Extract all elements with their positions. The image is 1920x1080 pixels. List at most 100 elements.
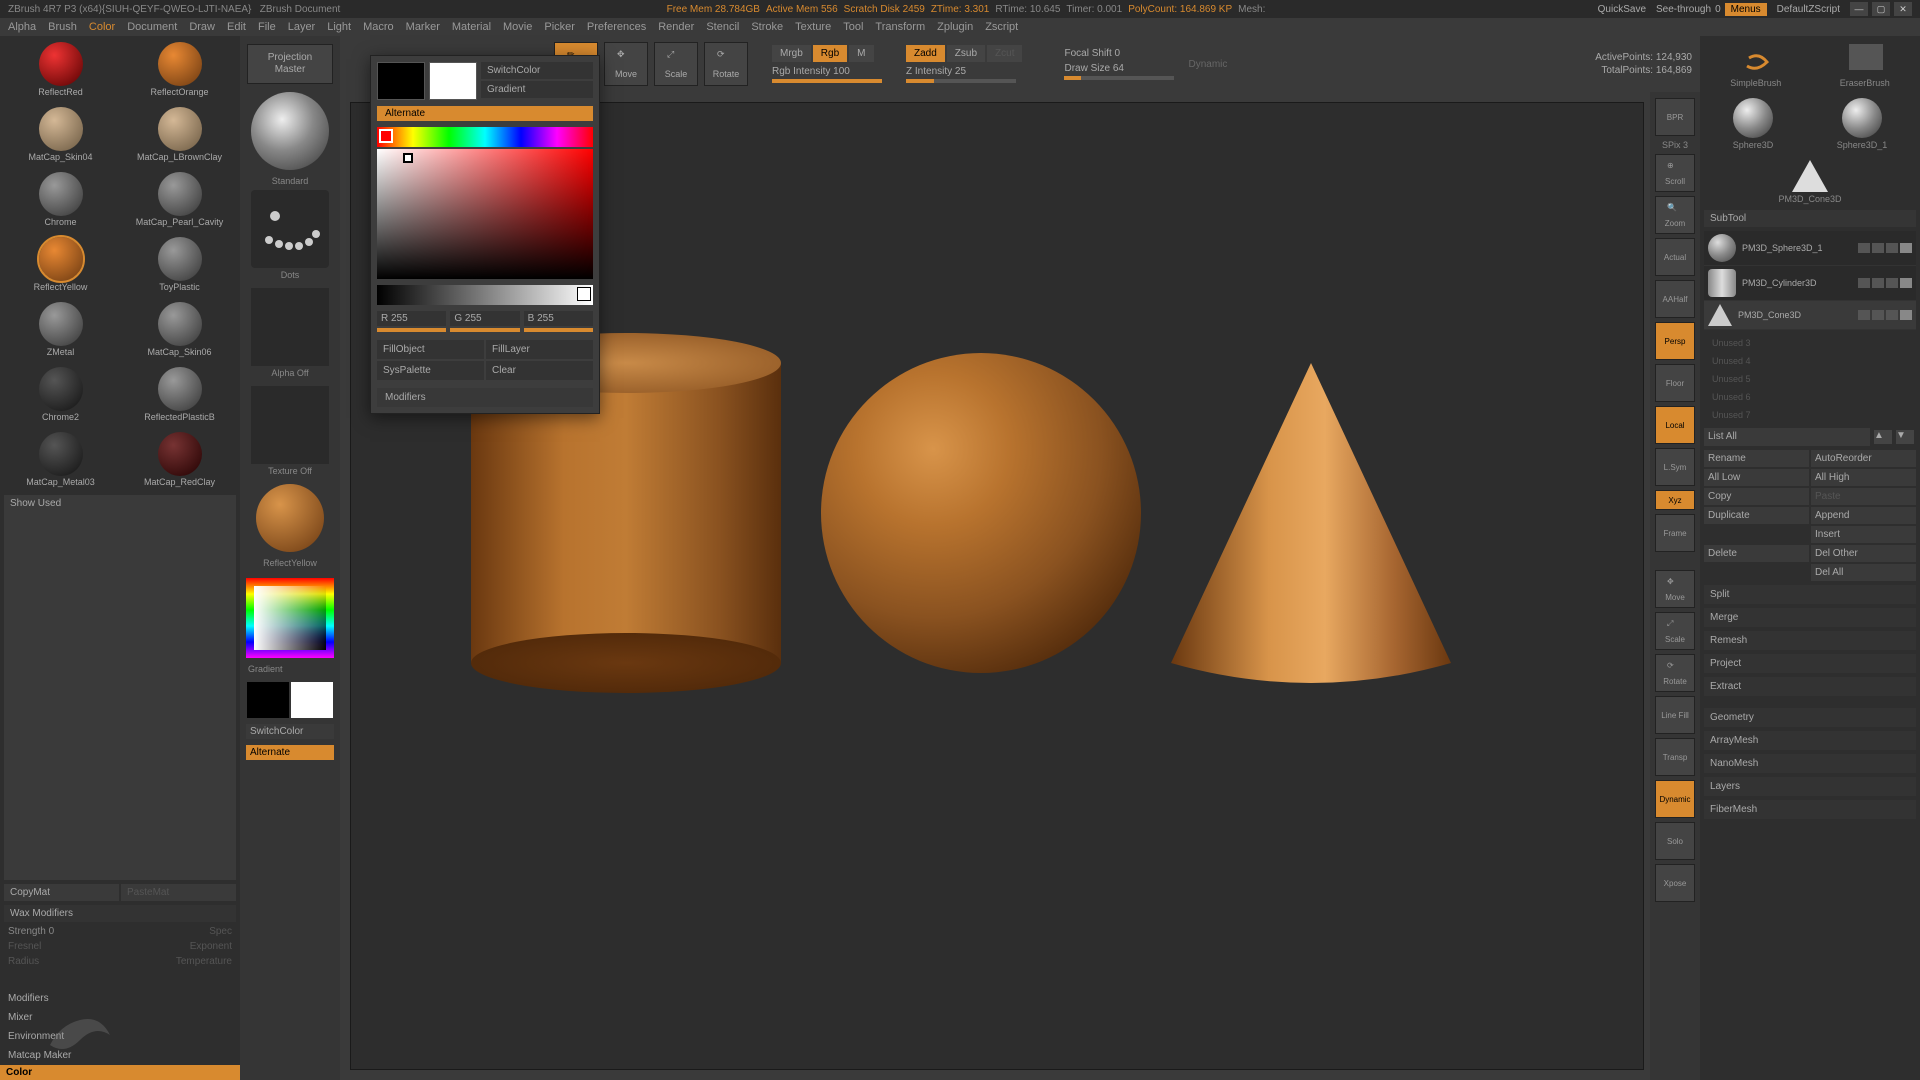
r-value[interactable]: R 255 bbox=[377, 311, 446, 326]
alllow-button[interactable]: All Low bbox=[1704, 469, 1809, 486]
seethrough-value[interactable]: 0 bbox=[1715, 4, 1721, 15]
maximize-icon[interactable]: ▢ bbox=[1872, 2, 1890, 16]
rename-button[interactable]: Rename bbox=[1704, 450, 1809, 467]
g-value[interactable]: G 255 bbox=[450, 311, 519, 326]
move-mode-button[interactable]: ✥Move bbox=[604, 42, 648, 86]
subtool-header[interactable]: SubTool bbox=[1704, 210, 1916, 227]
xyz-button[interactable]: Xyz bbox=[1655, 490, 1695, 510]
cone3d-thumb[interactable] bbox=[1792, 160, 1828, 192]
menu-stroke[interactable]: Stroke bbox=[751, 21, 783, 33]
copy-button[interactable]: Copy bbox=[1704, 488, 1809, 505]
secondary-color-swatch[interactable] bbox=[247, 682, 289, 718]
material-zmetal[interactable]: ZMetal bbox=[2, 298, 119, 361]
fibermesh-section[interactable]: FiberMesh bbox=[1704, 800, 1916, 819]
draw-size[interactable]: Draw Size 64 bbox=[1064, 63, 1174, 74]
dynamic-button[interactable]: Dynamic bbox=[1655, 780, 1695, 818]
matcap-maker-section[interactable]: Matcap Maker bbox=[0, 1046, 240, 1065]
menu-file[interactable]: File bbox=[258, 21, 276, 33]
sphere3d1-thumb[interactable] bbox=[1842, 98, 1882, 138]
z-intensity[interactable]: Z Intensity 25 bbox=[906, 66, 1022, 77]
m-button[interactable]: M bbox=[849, 45, 873, 62]
menu-movie[interactable]: Movie bbox=[503, 21, 532, 33]
arraymesh-section[interactable]: ArrayMesh bbox=[1704, 731, 1916, 750]
environment-section[interactable]: Environment bbox=[0, 1027, 240, 1046]
simplebrush-label[interactable]: SimpleBrush bbox=[1730, 78, 1781, 88]
gray-marker[interactable] bbox=[577, 287, 591, 301]
subtool-toggles[interactable] bbox=[1858, 278, 1912, 288]
filllayer-button[interactable]: FillLayer bbox=[486, 340, 593, 359]
merge-section[interactable]: Merge bbox=[1704, 608, 1916, 627]
modifiers-section[interactable]: Modifiers bbox=[0, 989, 240, 1008]
material-reflectorange[interactable]: ReflectOrange bbox=[121, 38, 238, 101]
material-matcap_pearl_cavity[interactable]: MatCap_Pearl_Cavity bbox=[121, 168, 238, 231]
subtool-toggles[interactable] bbox=[1858, 310, 1912, 320]
texture-preview[interactable] bbox=[251, 386, 329, 464]
subtool-item[interactable]: PM3D_Sphere3D_1 bbox=[1704, 231, 1916, 266]
quicksave-button[interactable]: QuickSave bbox=[1592, 4, 1652, 15]
sv-marker[interactable] bbox=[403, 153, 413, 163]
material-chrome2[interactable]: Chrome2 bbox=[2, 363, 119, 426]
sphere3d-thumb[interactable] bbox=[1733, 98, 1773, 138]
color-picker-mini[interactable] bbox=[246, 578, 334, 658]
hue-marker[interactable] bbox=[379, 129, 393, 143]
spix-label[interactable]: SPix 3 bbox=[1662, 140, 1688, 150]
xpose-button[interactable]: Xpose bbox=[1655, 864, 1695, 902]
append-button[interactable]: Append bbox=[1811, 507, 1916, 524]
menu-light[interactable]: Light bbox=[327, 21, 351, 33]
listall-button[interactable]: List All bbox=[1704, 428, 1870, 446]
zsub-button[interactable]: Zsub bbox=[947, 45, 985, 62]
nanomesh-section[interactable]: NanoMesh bbox=[1704, 754, 1916, 773]
menu-draw[interactable]: Draw bbox=[189, 21, 215, 33]
menu-alpha[interactable]: Alpha bbox=[8, 21, 36, 33]
subtool-toggles[interactable] bbox=[1858, 243, 1912, 253]
remesh-section[interactable]: Remesh bbox=[1704, 631, 1916, 650]
current-brush-preview[interactable] bbox=[251, 92, 329, 170]
solo-button[interactable]: Solo bbox=[1655, 822, 1695, 860]
material-matcap_redclay[interactable]: MatCap_RedClay bbox=[121, 428, 238, 491]
menu-layer[interactable]: Layer bbox=[288, 21, 316, 33]
menu-color[interactable]: Color bbox=[89, 21, 115, 33]
menu-material[interactable]: Material bbox=[452, 21, 491, 33]
frame-button[interactable]: Frame bbox=[1655, 514, 1695, 552]
project-section[interactable]: Project bbox=[1704, 654, 1916, 673]
popup-alternate[interactable]: Alternate bbox=[377, 106, 593, 121]
menu-preferences[interactable]: Preferences bbox=[587, 21, 646, 33]
menu-macro[interactable]: Macro bbox=[363, 21, 394, 33]
menu-tool[interactable]: Tool bbox=[843, 21, 863, 33]
copymat-button[interactable]: CopyMat bbox=[4, 884, 119, 901]
material-matcap_metal03[interactable]: MatCap_Metal03 bbox=[2, 428, 119, 491]
menu-render[interactable]: Render bbox=[658, 21, 694, 33]
gray-strip[interactable] bbox=[377, 285, 593, 305]
bpr-button[interactable]: BPR bbox=[1655, 98, 1695, 136]
duplicate-button[interactable]: Duplicate bbox=[1704, 507, 1809, 524]
zoom-button[interactable]: 🔍Zoom bbox=[1655, 196, 1695, 234]
popup-primary-swatch[interactable] bbox=[429, 62, 477, 100]
rotate-mode-button[interactable]: ⟳Rotate bbox=[704, 42, 748, 86]
strength-label[interactable]: Strength 0 bbox=[8, 926, 54, 937]
dynamic-label[interactable]: Dynamic bbox=[1188, 59, 1227, 70]
material-reflectred[interactable]: ReflectRed bbox=[2, 38, 119, 101]
material-matcap_skin06[interactable]: MatCap_Skin06 bbox=[121, 298, 238, 361]
projection-master-button[interactable]: Projection Master bbox=[247, 44, 333, 84]
subtool-item[interactable]: PM3D_Cylinder3D bbox=[1704, 266, 1916, 301]
aahalf-button[interactable]: AAHalf bbox=[1655, 280, 1695, 318]
insert-button[interactable]: Insert bbox=[1811, 526, 1916, 543]
stroke-preview[interactable] bbox=[251, 190, 329, 268]
move-nav-button[interactable]: ✥Move bbox=[1655, 570, 1695, 608]
subtool-item[interactable]: PM3D_Cone3D bbox=[1704, 301, 1916, 330]
saturation-value-box[interactable] bbox=[377, 149, 593, 279]
menu-stencil[interactable]: Stencil bbox=[706, 21, 739, 33]
layers-section[interactable]: Layers bbox=[1704, 777, 1916, 796]
popup-switchcolor[interactable]: SwitchColor bbox=[481, 62, 593, 79]
scale-mode-button[interactable]: ⤢Scale bbox=[654, 42, 698, 86]
delall-button[interactable]: Del All bbox=[1811, 564, 1916, 581]
rotate-nav-button[interactable]: ⟳Rotate bbox=[1655, 654, 1695, 692]
default-script[interactable]: DefaultZScript bbox=[1771, 4, 1846, 15]
split-section[interactable]: Split bbox=[1704, 585, 1916, 604]
wax-modifiers-header[interactable]: Wax Modifiers bbox=[4, 905, 236, 922]
menu-zscript[interactable]: Zscript bbox=[985, 21, 1018, 33]
menu-zplugin[interactable]: Zplugin bbox=[937, 21, 973, 33]
scroll-button[interactable]: ⊕Scroll bbox=[1655, 154, 1695, 192]
focal-shift[interactable]: Focal Shift 0 bbox=[1064, 48, 1174, 59]
popup-modifiers[interactable]: Modifiers bbox=[377, 388, 593, 407]
